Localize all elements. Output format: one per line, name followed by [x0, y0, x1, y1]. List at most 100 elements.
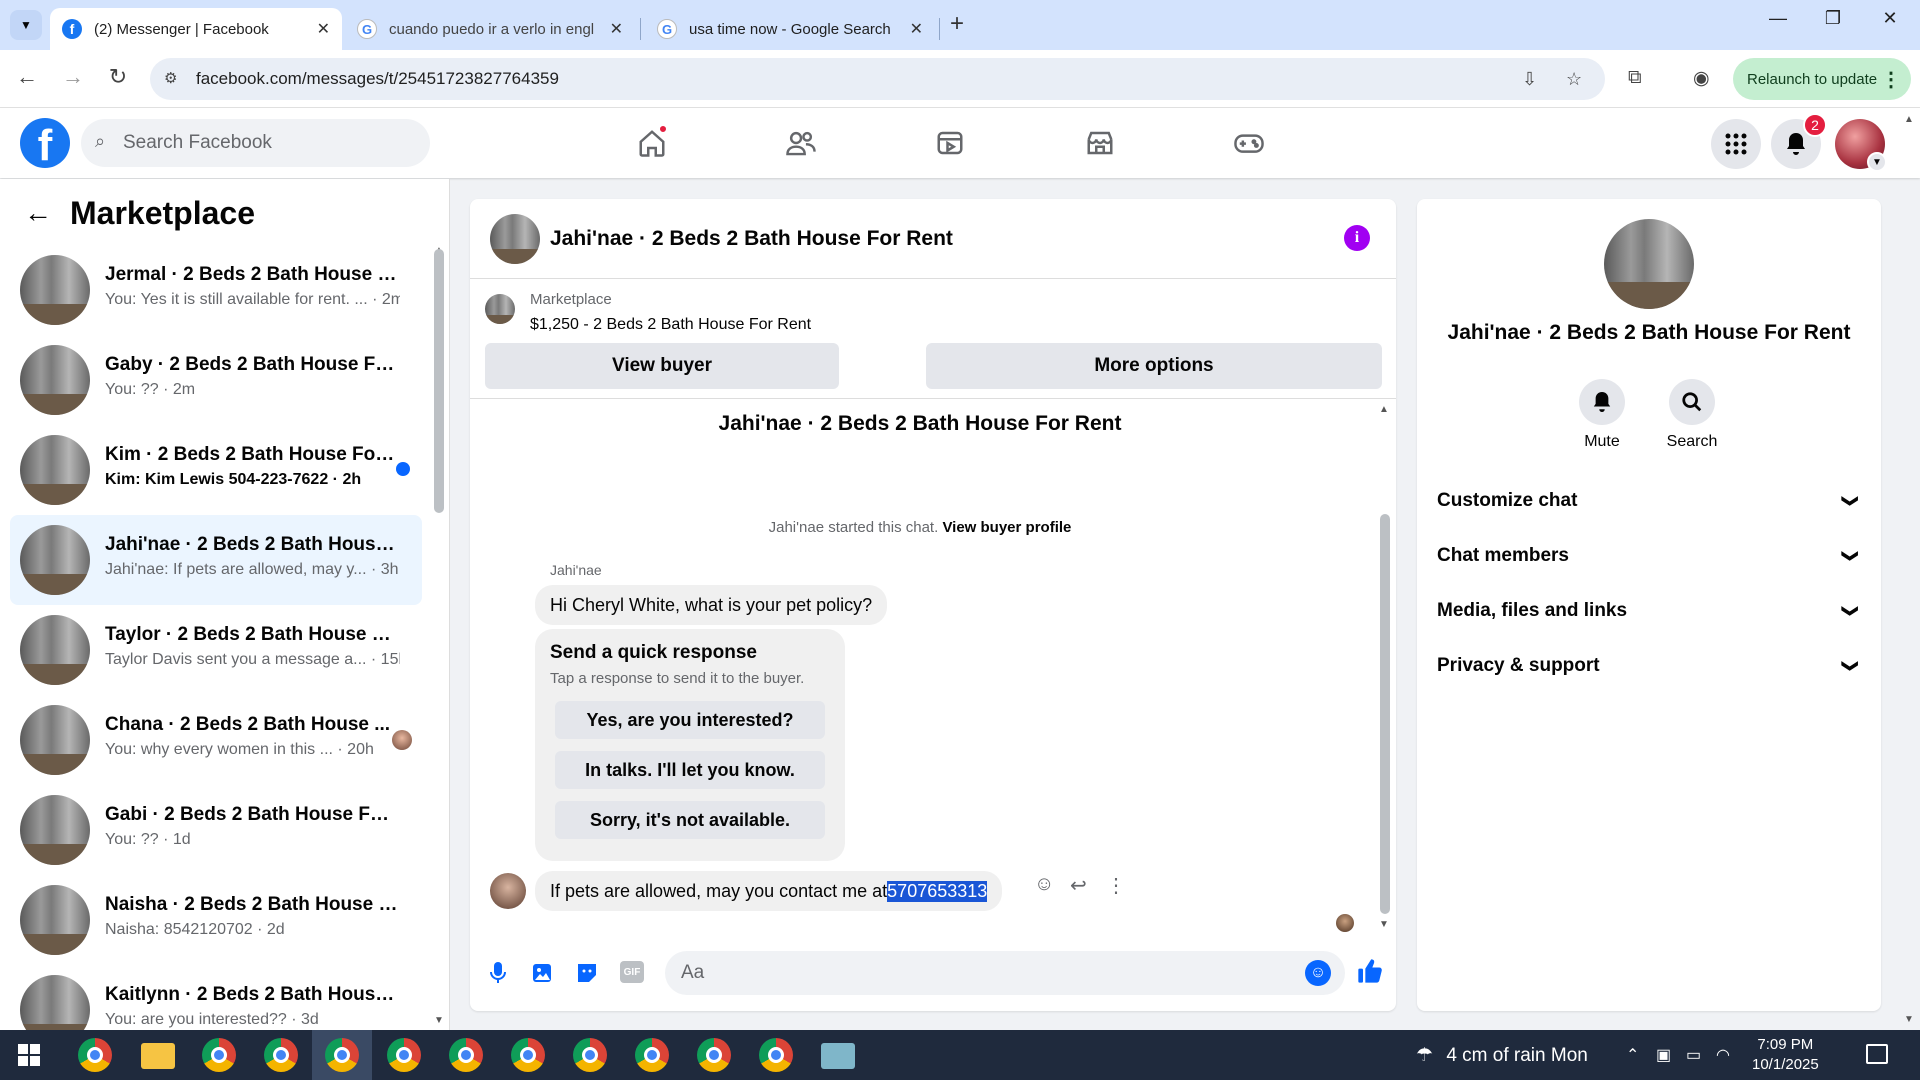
restore-icon[interactable]: ❐: [1813, 8, 1853, 29]
chevron-up-icon[interactable]: ⌃: [1626, 1045, 1639, 1065]
view-buyer-button[interactable]: View buyer: [485, 343, 839, 389]
tab-search-chevron-icon[interactable]: ▼: [10, 10, 42, 40]
chevron-down-icon[interactable]: ▼: [1867, 152, 1887, 172]
site-settings-icon[interactable]: ⚙: [164, 69, 184, 89]
weather-widget[interactable]: ☂ 4 cm of rain Mon: [1416, 1044, 1588, 1067]
reply-icon[interactable]: ↩: [1070, 873, 1087, 898]
conversation-item[interactable]: Kaitlynn · 2 Beds 2 Bath House F... You:…: [10, 965, 422, 1030]
chrome-icon[interactable]: [264, 1038, 298, 1072]
page-scroll-up-icon[interactable]: ▲: [1904, 114, 1914, 125]
close-window-icon[interactable]: ✕: [1870, 8, 1910, 29]
facebook-search[interactable]: ⌕: [81, 119, 430, 167]
sidebar-scrollbar[interactable]: [434, 249, 444, 513]
thumbs-up-icon[interactable]: [1356, 957, 1384, 992]
conversation-item[interactable]: Jahi'nae · 2 Beds 2 Bath House F... Jahi…: [10, 515, 422, 605]
gaming-icon[interactable]: [1219, 122, 1279, 164]
quick-response-button[interactable]: In talks. I'll let you know.: [555, 751, 825, 789]
privacy-support-section[interactable]: Privacy & support ❯: [1437, 646, 1861, 686]
conversation-item[interactable]: Gaby · 2 Beds 2 Bath House For ... You: …: [10, 335, 422, 425]
bookmark-star-icon[interactable]: ☆: [1566, 69, 1582, 90]
notifications-bell-icon[interactable]: 2: [1771, 113, 1827, 169]
forward-arrow-icon[interactable]: →: [58, 64, 88, 90]
meet-now-icon[interactable]: ▣: [1656, 1045, 1671, 1065]
install-app-icon[interactable]: ⇩: [1522, 69, 1537, 90]
chrome-icon[interactable]: [635, 1038, 669, 1072]
conversation-item[interactable]: Naisha · 2 Beds 2 Bath House Fo... Naish…: [10, 875, 422, 965]
gif-icon[interactable]: GIF: [620, 961, 644, 983]
message-bubble[interactable]: If pets are allowed, may you contact me …: [535, 871, 1003, 911]
tab-messenger[interactable]: f (2) Messenger | Facebook ✕: [50, 8, 342, 50]
chrome-icon[interactable]: [759, 1038, 793, 1072]
chat-members-section[interactable]: Chat members ❯: [1437, 536, 1861, 576]
back-arrow-icon[interactable]: ←: [24, 197, 52, 229]
quick-response-button[interactable]: Sorry, it's not available.: [555, 801, 825, 839]
new-tab-plus-icon[interactable]: +: [950, 10, 964, 38]
friends-icon[interactable]: [771, 122, 831, 164]
more-options-button[interactable]: More options: [926, 343, 1382, 389]
url-text[interactable]: facebook.com/messages/t/2545172382776435…: [196, 69, 559, 89]
chrome-icon[interactable]: [449, 1038, 483, 1072]
chrome-icon[interactable]: [78, 1038, 112, 1072]
sticker-icon[interactable]: [575, 961, 599, 991]
message-input[interactable]: [681, 951, 1241, 995]
chrome-icon[interactable]: [511, 1038, 545, 1072]
notification-center-icon[interactable]: [1866, 1044, 1888, 1064]
extensions-icon[interactable]: ⧉: [1628, 67, 1642, 89]
chat-title[interactable]: Jahi'nae · 2 Beds 2 Bath House For Rent: [550, 227, 953, 251]
customize-chat-section[interactable]: Customize chat ❯: [1437, 481, 1861, 521]
quick-response-button[interactable]: Yes, are you interested?: [555, 701, 825, 739]
wifi-icon[interactable]: ◠: [1716, 1045, 1730, 1065]
page-scroll-down-icon[interactable]: ▼: [1904, 1014, 1914, 1025]
mute-button[interactable]: Mute: [1557, 379, 1647, 451]
view-buyer-profile-link[interactable]: View buyer profile: [942, 519, 1071, 536]
chat-scrollbar[interactable]: [1380, 514, 1390, 914]
more-vertical-icon[interactable]: ⋮: [1881, 67, 1901, 92]
more-vertical-icon[interactable]: ⋮: [1106, 873, 1126, 898]
message-bubble[interactable]: Hi Cheryl White, what is your pet policy…: [535, 585, 888, 625]
close-tab-icon[interactable]: ✕: [910, 19, 923, 39]
phone-number-selected[interactable]: 5707653313: [887, 880, 988, 902]
close-tab-icon[interactable]: ✕: [317, 19, 330, 39]
reload-icon[interactable]: ↻: [103, 64, 133, 90]
chrome-icon[interactable]: [387, 1038, 421, 1072]
relaunch-button[interactable]: Relaunch to update ⋮: [1733, 58, 1911, 100]
chrome-icon[interactable]: [697, 1038, 731, 1072]
message-input-box[interactable]: ☺: [665, 951, 1345, 995]
conversation-item[interactable]: Kim · 2 Beds 2 Bath House For ... Kim: K…: [10, 425, 422, 515]
react-emoji-icon[interactable]: ☺: [1034, 873, 1054, 896]
scroll-up-icon[interactable]: ▲: [1379, 404, 1389, 415]
minimize-icon[interactable]: —: [1758, 8, 1798, 29]
file-explorer-icon[interactable]: [141, 1043, 175, 1069]
facebook-logo-icon[interactable]: f: [20, 118, 70, 168]
battery-icon[interactable]: ▭: [1686, 1045, 1701, 1065]
address-bar[interactable]: ⚙ facebook.com/messages/t/25451723827764…: [150, 58, 1605, 100]
conversation-item[interactable]: Chana · 2 Beds 2 Bath House ... You: why…: [10, 695, 422, 785]
microphone-icon[interactable]: [488, 961, 508, 991]
tab-usa-time[interactable]: G usa time now - Google Search ✕: [645, 8, 935, 50]
conversation-item[interactable]: Taylor · 2 Beds 2 Bath House For... Tayl…: [10, 605, 422, 695]
back-arrow-icon[interactable]: ←: [12, 64, 42, 90]
search-chat-button[interactable]: Search: [1647, 379, 1737, 451]
conversation-item[interactable]: Gabi · 2 Beds 2 Bath House For ... You: …: [10, 785, 422, 875]
scroll-down-icon[interactable]: ▼: [434, 1015, 444, 1026]
system-clock[interactable]: 7:09 PM 10/1/2025: [1752, 1035, 1819, 1075]
video-icon[interactable]: [920, 122, 980, 164]
conversation-item[interactable]: Jermal · 2 Beds 2 Bath House Fo... You: …: [10, 245, 422, 335]
close-tab-icon[interactable]: ✕: [610, 19, 623, 39]
home-icon[interactable]: [622, 122, 682, 164]
photo-icon[interactable]: [530, 961, 554, 991]
listing-thumbnail[interactable]: [490, 214, 540, 264]
listing-title[interactable]: $1,250 - 2 Beds 2 Bath House For Rent: [530, 316, 811, 334]
emoji-icon[interactable]: ☺: [1305, 960, 1331, 986]
sender-avatar[interactable]: [490, 873, 526, 909]
search-input[interactable]: [123, 119, 413, 167]
chrome-icon[interactable]: [202, 1038, 236, 1072]
media-files-links-section[interactable]: Media, files and links ❯: [1437, 591, 1861, 631]
menu-grid-icon[interactable]: [1711, 119, 1761, 169]
windows-start-icon[interactable]: [18, 1044, 40, 1066]
marketplace-icon[interactable]: [1070, 122, 1130, 164]
chrome-icon[interactable]: [325, 1038, 359, 1072]
profile-icon[interactable]: ◉: [1693, 67, 1710, 90]
scroll-down-icon[interactable]: ▼: [1379, 919, 1389, 930]
notepad-icon[interactable]: [821, 1043, 855, 1069]
